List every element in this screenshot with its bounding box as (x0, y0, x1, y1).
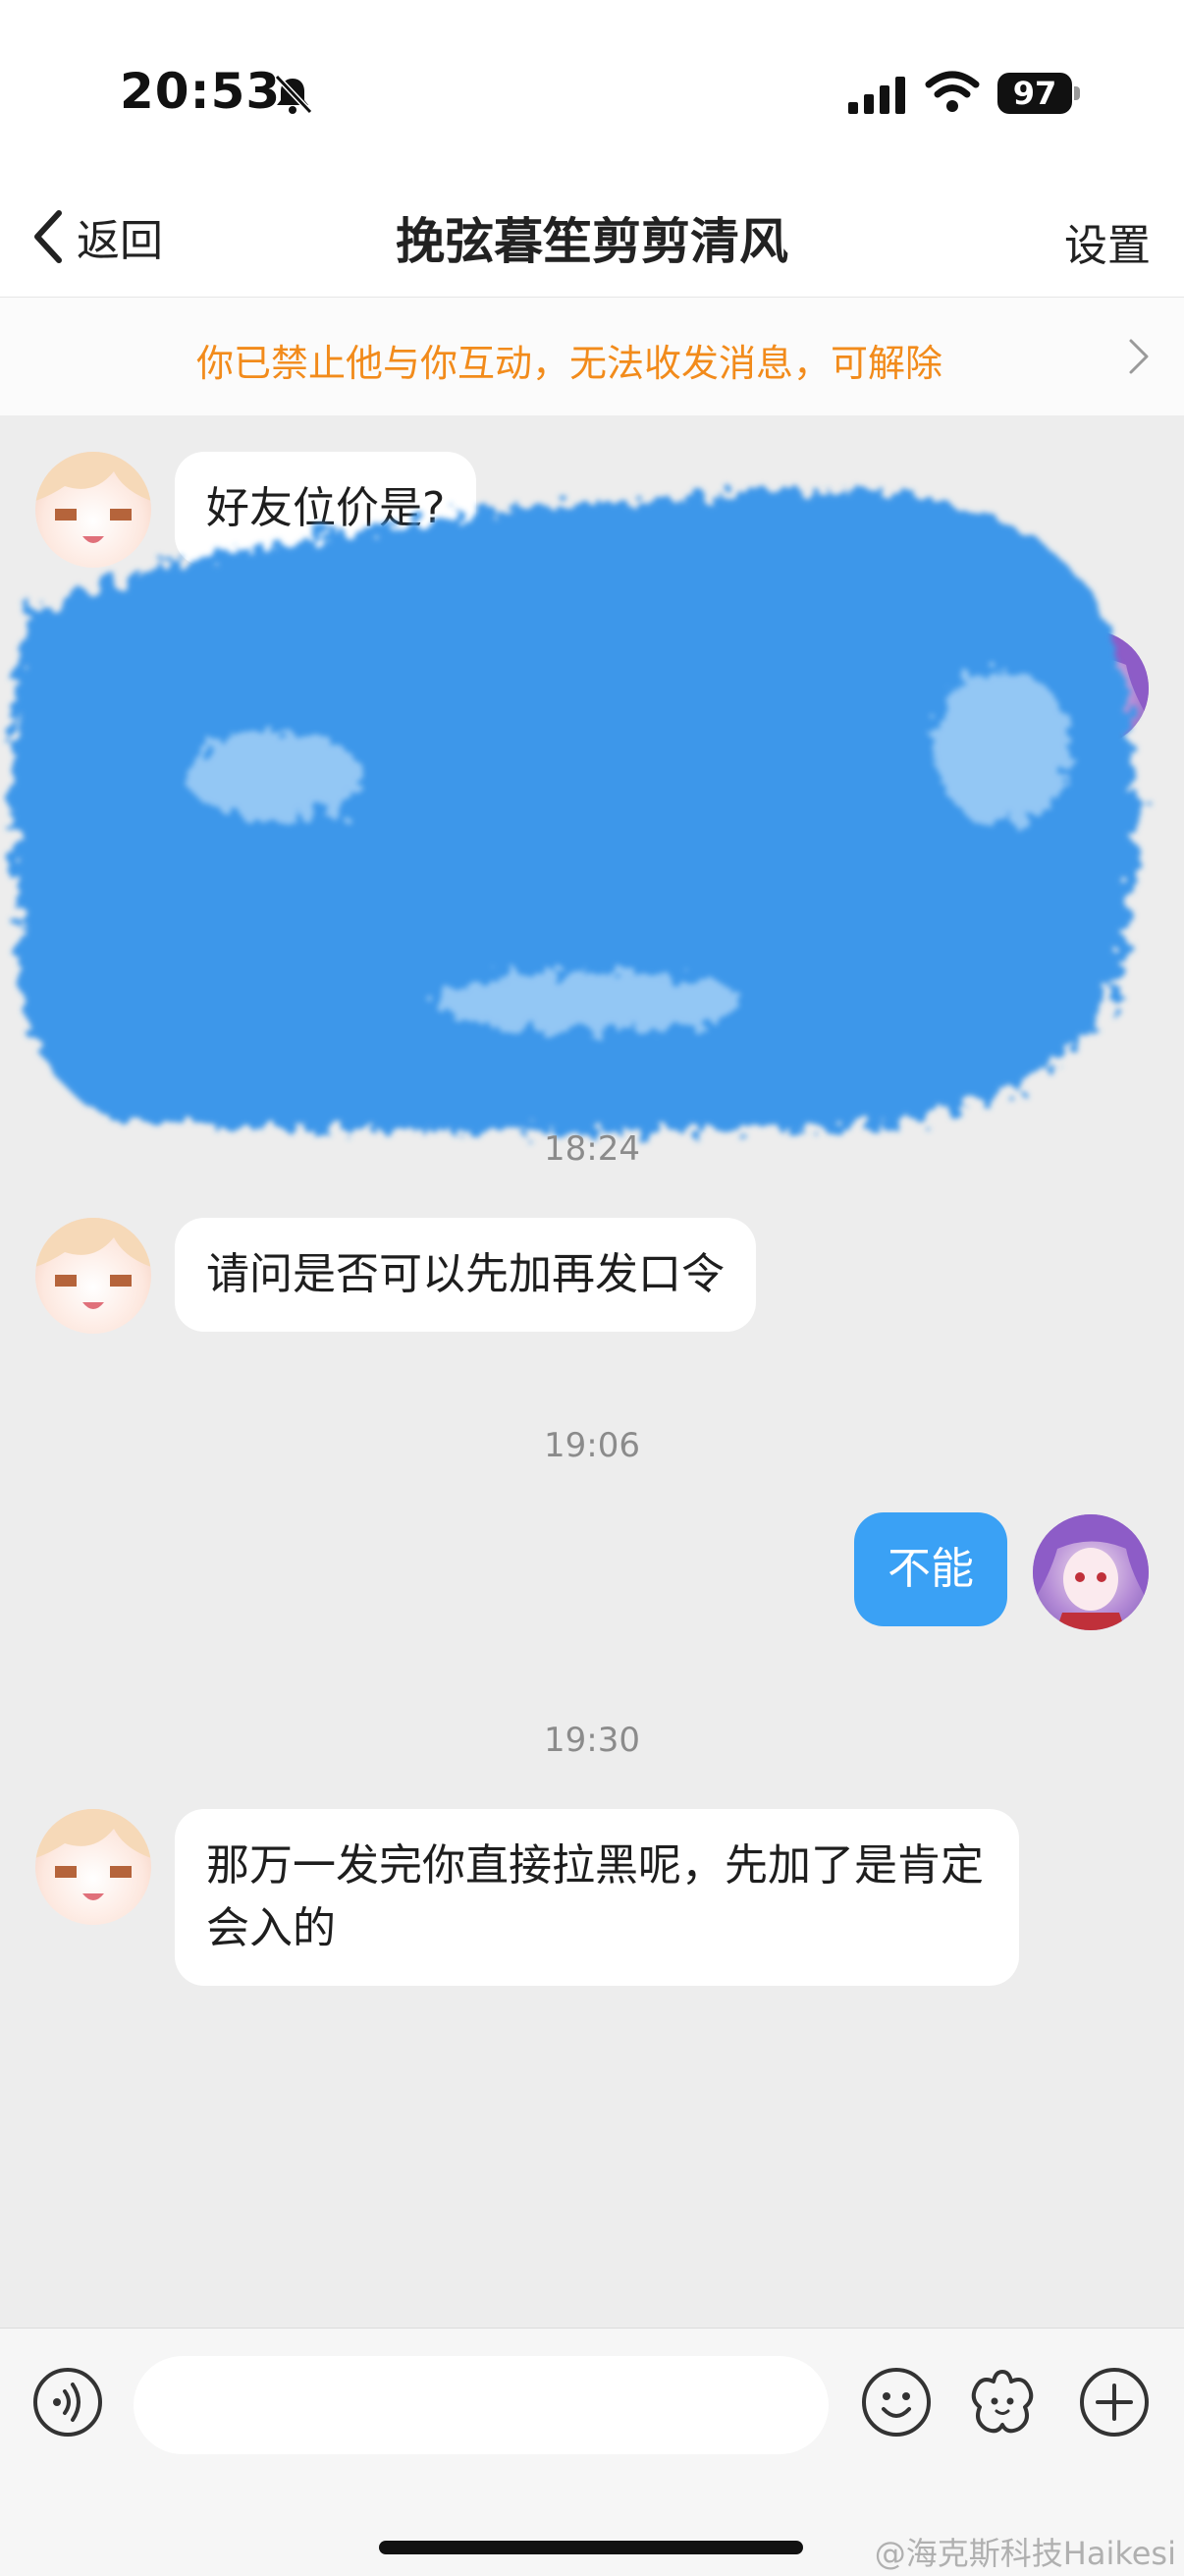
blocked-notice-banner[interactable]: 你已禁止他与你互动，无法收发消息，可解除 (0, 297, 1184, 415)
message-bubble-incoming[interactable]: 请问是否可以先加再发口令 (175, 1218, 756, 1332)
message-bubble-outgoing[interactable]: 不能 (854, 1512, 1007, 1626)
add-icon[interactable] (1078, 2366, 1151, 2439)
battery-tip (1074, 86, 1080, 100)
message-bubble-incoming[interactable]: 那万一发完你直接拉黑呢，先加了是肯定会入的 (175, 1809, 1019, 1986)
emoji-icon[interactable] (860, 2366, 933, 2439)
user-avatar-art (1033, 1514, 1149, 1630)
battery-indicator: 97 (997, 73, 1072, 114)
nav-bar: 返回 挽弦暮笙剪剪清风 设置 (0, 177, 1184, 297)
message-input[interactable] (134, 2356, 829, 2454)
chevron-left-icon (34, 210, 62, 263)
input-bar: @海克斯科技Haikesi (0, 2328, 1184, 2576)
contact-avatar-art (35, 1809, 151, 1900)
voice-input-icon[interactable] (31, 2366, 104, 2439)
blocked-notice-text: 你已禁止他与你互动，无法收发消息，可解除 (195, 342, 942, 385)
redaction-scribble (12, 490, 1137, 1133)
contact-avatar[interactable] (35, 1809, 151, 1925)
bell-muted-icon (274, 74, 313, 115)
back-button[interactable]: 返回 (29, 202, 163, 271)
timestamp: 18:24 (544, 1129, 640, 1169)
sticker-icon[interactable] (966, 2366, 1039, 2439)
home-indicator[interactable] (379, 2541, 803, 2554)
contact-avatar[interactable] (35, 1218, 151, 1334)
cellular-signal-icon (848, 77, 905, 114)
chevron-right-icon (1129, 339, 1149, 374)
contact-avatar-art (35, 1218, 151, 1309)
back-label: 返回 (77, 216, 163, 266)
status-time: 20:53 (120, 63, 282, 120)
status-bar: 20:53 97 (0, 0, 1184, 177)
watermark: @海克斯科技Haikesi (874, 2535, 1176, 2572)
user-avatar[interactable] (1033, 1514, 1149, 1630)
wifi-icon (925, 71, 980, 112)
settings-button[interactable]: 设置 (1064, 210, 1151, 273)
timestamp: 19:30 (544, 1721, 640, 1760)
timestamp: 19:06 (544, 1426, 640, 1465)
chat-title: 挽弦暮笙剪剪清风 (396, 213, 788, 270)
